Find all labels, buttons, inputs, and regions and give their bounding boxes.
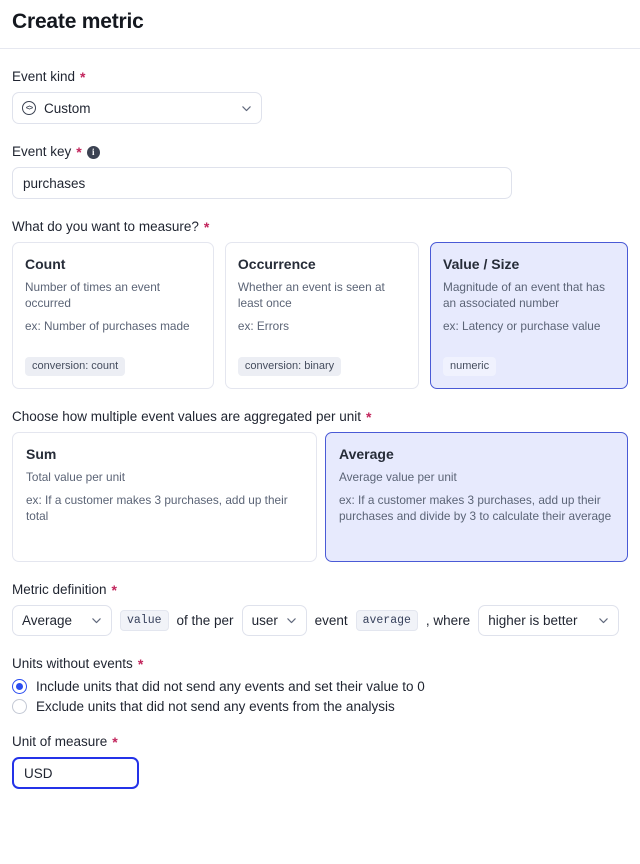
radio-option-exclude[interactable]: Exclude units that did not send any even… — [12, 699, 628, 714]
radio-include-indicator[interactable] — [12, 679, 27, 694]
info-icon[interactable]: i — [86, 145, 100, 159]
card-title: Occurrence — [237, 256, 316, 272]
aggregation-card-group: Sum Total value per unit ex: If a custom… — [12, 432, 628, 562]
event-kind-field: Event kind * <> Custom — [12, 69, 628, 124]
card-title: Count — [25, 256, 66, 272]
required-asterisk: * — [365, 409, 372, 425]
measure-label-text: What do you want to measure? — [12, 219, 199, 234]
definition-unit-value: user — [251, 613, 278, 628]
measure-field: What do you want to measure? * Count Num… — [12, 219, 628, 389]
unit-of-measure-label-text: Unit of measure — [12, 734, 108, 749]
event-kind-label-text: Event kind — [12, 69, 76, 84]
definition-unit-select[interactable]: user — [241, 605, 307, 636]
measure-card-occurrence[interactable]: Occurrence Whether an event is seen at l… — [224, 242, 419, 389]
card-example: ex: If a customer makes 3 purchases, add… — [26, 493, 288, 523]
create-metric-form: Event kind * <> Custom Event key * i pur… — [0, 69, 640, 789]
card-title: Value / Size — [443, 256, 520, 272]
metric-definition-row: Average value of the per user event aver… — [12, 605, 628, 636]
definition-aggregation-select[interactable]: Average — [12, 605, 112, 636]
card-example: ex: Number of purchases made — [25, 319, 190, 333]
radio-exclude-label: Exclude units that did not send any even… — [36, 699, 395, 714]
units-without-events-field: Units without events * Include units tha… — [12, 656, 628, 714]
event-key-field: Event key * i purchases — [12, 144, 628, 199]
card-tag-wrap: conversion: count — [25, 342, 201, 376]
units-without-events-label-text: Units without events — [12, 656, 133, 671]
page-title: Create metric — [12, 10, 144, 33]
card-description: Average value per unit — [339, 470, 457, 484]
metric-definition-field: Metric definition * Average value of the… — [12, 582, 628, 636]
measure-card-group: Count Number of times an event occurred … — [12, 242, 628, 389]
aggregation-label: Choose how multiple event values are agg… — [12, 409, 628, 425]
definition-aggregation-value: Average — [22, 613, 73, 628]
event-key-label: Event key * i — [12, 144, 628, 160]
card-tag: numeric — [443, 357, 497, 376]
code-circle-icon: <> — [22, 101, 36, 115]
radio-include-label: Include units that did not send any even… — [36, 679, 425, 694]
card-example: ex: Errors — [237, 319, 290, 333]
definition-text-of-the-per: of the per — [176, 613, 234, 628]
card-tag: conversion: count — [25, 357, 126, 376]
measure-card-count[interactable]: Count Number of times an event occurred … — [12, 242, 214, 389]
required-asterisk: * — [111, 582, 117, 598]
definition-average-chip: average — [355, 610, 418, 631]
event-kind-label: Event kind * — [12, 69, 628, 85]
card-title: Average — [339, 446, 394, 462]
header-divider — [0, 48, 640, 49]
card-description: Number of times an event occurred — [25, 280, 161, 310]
required-asterisk: * — [76, 144, 82, 160]
card-tag-wrap: conversion: binary — [237, 342, 406, 376]
card-description: Magnitude of an event that has an associ… — [443, 280, 605, 310]
metric-definition-label-text: Metric definition — [12, 582, 107, 597]
chevron-down-icon — [599, 618, 608, 624]
required-asterisk: * — [203, 219, 210, 235]
create-metric-page: Create metric Event kind * <> Custom Eve… — [0, 0, 640, 789]
required-asterisk: * — [112, 734, 118, 750]
definition-text-event: event — [314, 613, 348, 628]
unit-of-measure-value: USD — [24, 765, 53, 781]
aggregation-label-text: Choose how multiple event values are agg… — [12, 409, 361, 424]
radio-option-include[interactable]: Include units that did not send any even… — [12, 679, 628, 694]
aggregation-card-sum[interactable]: Sum Total value per unit ex: If a custom… — [12, 432, 317, 562]
metric-definition-label: Metric definition * — [12, 582, 628, 598]
card-description: Whether an event is seen at least once — [237, 280, 385, 310]
chevron-down-icon — [287, 618, 296, 624]
measure-label: What do you want to measure? * — [12, 219, 628, 235]
unit-of-measure-field: Unit of measure * USD — [12, 734, 628, 789]
chevron-down-icon — [242, 105, 251, 111]
page-header: Create metric — [0, 0, 640, 48]
unit-of-measure-input[interactable]: USD — [12, 757, 139, 789]
measure-card-value-size[interactable]: Value / Size Magnitude of an event that … — [430, 242, 628, 389]
card-example: ex: Latency or purchase value — [443, 319, 601, 333]
definition-value-chip: value — [120, 610, 169, 631]
radio-exclude-indicator[interactable] — [12, 699, 27, 714]
unit-of-measure-label: Unit of measure * — [12, 734, 628, 750]
aggregation-card-average[interactable]: Average Average value per unit ex: If a … — [325, 432, 628, 562]
required-asterisk: * — [80, 69, 86, 85]
card-example: ex: If a customer makes 3 purchases, add… — [339, 493, 612, 523]
definition-direction-select[interactable]: higher is better — [478, 605, 620, 636]
event-key-input[interactable]: purchases — [12, 167, 512, 199]
card-tag: conversion: binary — [237, 357, 342, 376]
required-asterisk: * — [137, 656, 144, 672]
card-tag-wrap: numeric — [443, 342, 615, 376]
card-description: Total value per unit — [26, 470, 126, 484]
aggregation-field: Choose how multiple event values are agg… — [12, 409, 628, 562]
event-key-label-text: Event key — [12, 144, 72, 159]
event-kind-value: Custom — [44, 100, 91, 116]
chevron-down-icon — [92, 618, 101, 624]
event-kind-select[interactable]: <> Custom — [12, 92, 262, 124]
definition-direction-value: higher is better — [488, 613, 578, 628]
units-without-events-label: Units without events * — [12, 656, 628, 672]
definition-text-where: , where — [425, 613, 471, 628]
event-key-value: purchases — [23, 175, 86, 191]
card-title: Sum — [26, 446, 57, 462]
